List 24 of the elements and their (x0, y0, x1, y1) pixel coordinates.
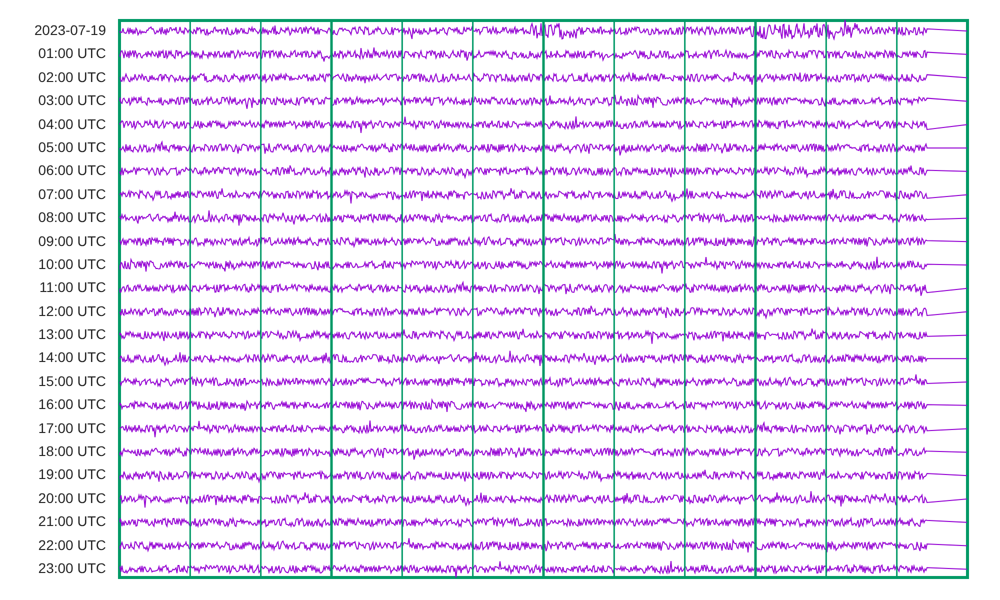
row-label: 19:00 UTC (38, 465, 106, 484)
row-label: 21:00 UTC (38, 512, 106, 532)
row-label: 13:00 UTC (38, 325, 106, 344)
row-label: 22:00 UTC (38, 536, 106, 555)
row-label: 18:00 UTC (38, 442, 106, 462)
row-label: 07:00 UTC (38, 184, 106, 204)
row-label: 06:00 UTC (38, 161, 106, 180)
row-label: 08:00 UTC (38, 208, 106, 228)
row-label: 02:00 UTC (38, 68, 106, 87)
row-label: 20:00 UTC (38, 488, 106, 508)
row-label: 16:00 UTC (38, 395, 106, 414)
row-label: 17:00 UTC (38, 418, 106, 438)
row-label: 04:00 UTC (38, 114, 106, 134)
row-label: 05:00 UTC (38, 138, 106, 157)
row-label: 14:00 UTC (38, 348, 106, 368)
row-label: 2023-07-19 (34, 21, 106, 40)
row-label: 23:00 UTC (38, 558, 106, 578)
row-label: 15:00 UTC (38, 372, 106, 391)
row-label: 10:00 UTC (38, 254, 106, 274)
row-label: 11:00 UTC (39, 278, 106, 298)
row-label: 09:00 UTC (38, 232, 106, 251)
row-label: 01:00 UTC (38, 44, 106, 64)
row-label: 12:00 UTC (38, 302, 106, 321)
row-label: 03:00 UTC (38, 91, 106, 110)
